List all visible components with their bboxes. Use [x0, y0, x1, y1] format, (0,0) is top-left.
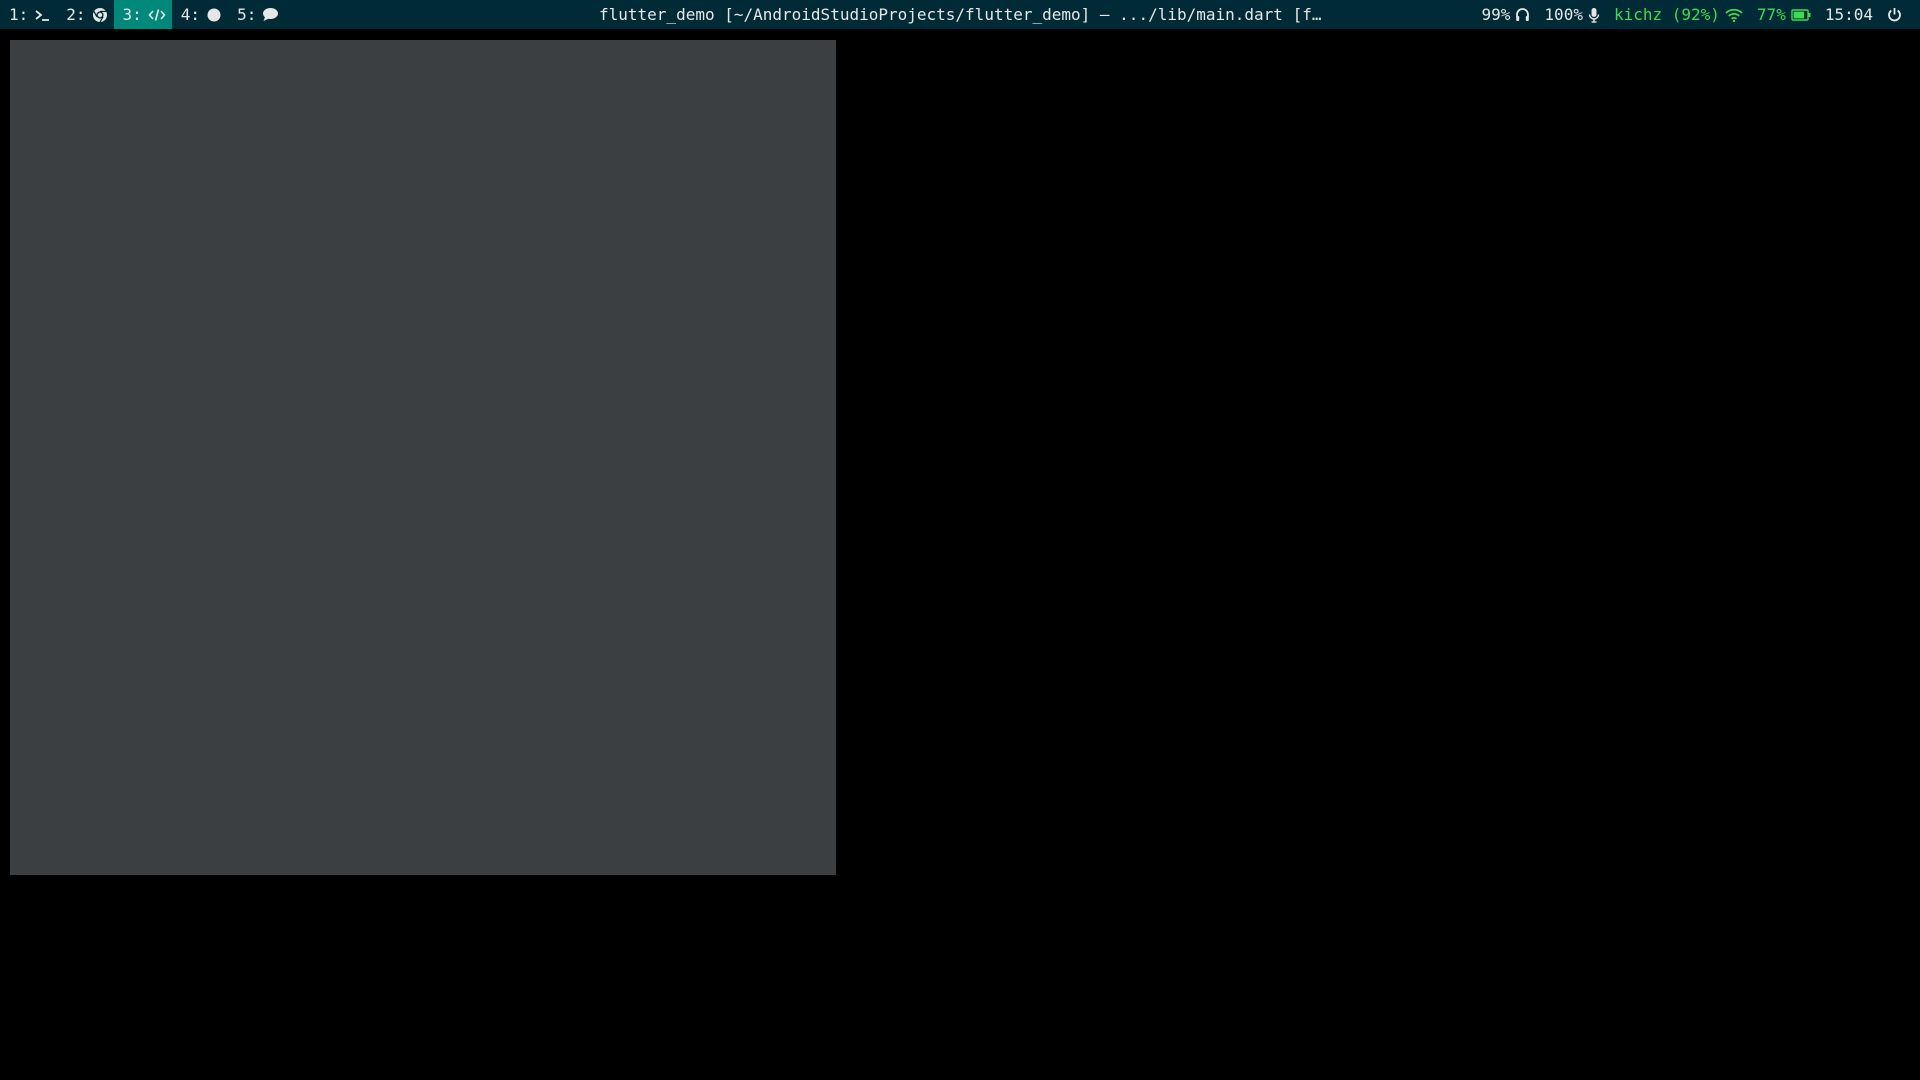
power-button[interactable] [1887, 7, 1902, 22]
workspace-5[interactable]: 5: [228, 0, 285, 29]
chat-bubble-icon [262, 7, 279, 22]
workspace-1-label: 1: [9, 5, 29, 24]
chrome-icon [92, 7, 108, 23]
clock: 15:04 [1824, 5, 1873, 24]
battery-icon [1791, 8, 1811, 21]
top-status-bar: 1: 2: 3: 4: 5: flutter_demo [~/AndroidSt… [0, 0, 1920, 29]
workspace-5-label: 5: [237, 5, 257, 24]
wifi-value: kichz (92%) [1613, 5, 1720, 24]
clock-block[interactable]: 15:04 [1825, 0, 1873, 29]
workspace-3-label: 3: [122, 5, 142, 24]
power-icon [1887, 7, 1902, 22]
workspace-4[interactable]: 4: [172, 0, 228, 29]
workspace-2-label: 2: [66, 5, 86, 24]
microphone-volume-value: 100% [1544, 5, 1583, 24]
circle-icon [206, 7, 222, 23]
code-icon [148, 8, 166, 22]
workspace-2[interactable]: 2: [57, 0, 113, 29]
status-area: 99% 100% kichz (92%) 77% 15:04 [1482, 0, 1920, 29]
workspace-1[interactable]: 1: [0, 0, 57, 29]
microphone-volume-block[interactable]: 100% [1544, 0, 1600, 29]
battery-value: 77% [1756, 5, 1786, 24]
microphone-icon [1588, 7, 1600, 23]
workspace-4-label: 4: [180, 5, 201, 24]
headphones-volume-block[interactable]: 99% [1482, 0, 1531, 29]
window-title: flutter_demo [~/AndroidStudioProjects/fl… [599, 5, 1323, 24]
battery-block[interactable]: 77% [1757, 0, 1811, 29]
wifi-icon [1725, 8, 1743, 22]
terminal-icon [34, 8, 51, 22]
workspace-switcher: 1: 2: 3: 4: 5: [0, 0, 285, 29]
headphones-icon [1515, 7, 1530, 22]
workspace-3[interactable]: 3: [113, 0, 172, 29]
app-window-blank[interactable] [10, 40, 836, 875]
headphones-volume-value: 99% [1481, 5, 1511, 24]
wifi-block[interactable]: kichz (92%) [1614, 0, 1743, 29]
